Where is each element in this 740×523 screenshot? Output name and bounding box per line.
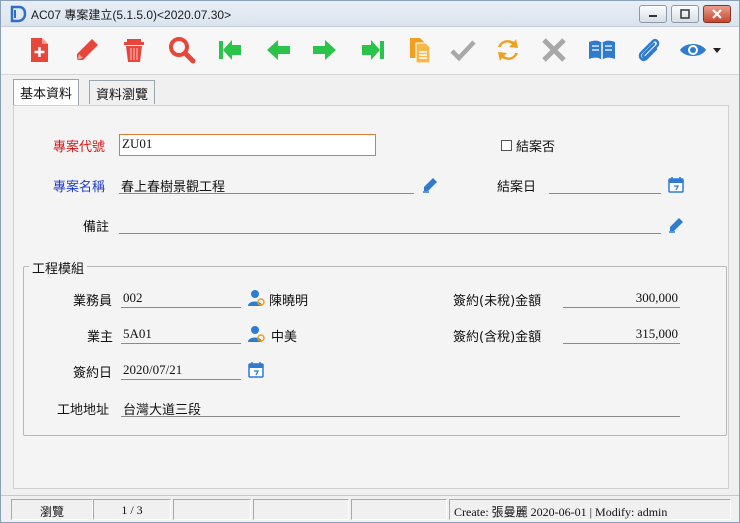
- window-title: AC07 專案建立(5.1.5.0)<2020.07.30>: [31, 8, 232, 22]
- book-button[interactable]: [585, 33, 619, 67]
- note-input[interactable]: [119, 214, 661, 234]
- search-button[interactable]: [165, 33, 199, 67]
- note-label: 備註: [83, 220, 110, 235]
- copy-button[interactable]: [403, 33, 437, 67]
- app-window: AC07 專案建立(5.1.5.0)<2020.07.30> 基本資料 資料瀏覽…: [0, 0, 740, 523]
- status-empty-cell: [173, 499, 251, 520]
- status-bar: 瀏覽 1 / 3 Create: 張曼麗 2020-06-01 | Modify…: [1, 495, 739, 522]
- copy-icon: [410, 38, 431, 64]
- new-icon: [31, 38, 48, 62]
- status-record-position: 1 / 3: [93, 499, 171, 520]
- app-logo-icon: [10, 5, 27, 23]
- tab-bar: 基本資料 資料瀏覽: [1, 75, 739, 105]
- salesperson-code-input[interactable]: 002: [121, 288, 241, 308]
- calendar-icon[interactable]: [247, 361, 265, 379]
- view-dropdown-chevron-icon[interactable]: [713, 48, 721, 54]
- cancel-icon: [542, 38, 566, 62]
- closed-checkbox[interactable]: [501, 140, 512, 151]
- confirm-button[interactable]: [446, 33, 480, 67]
- view-button[interactable]: [676, 33, 710, 67]
- title-bar: AC07 專案建立(5.1.5.0)<2020.07.30>: [1, 1, 739, 27]
- previous-record-icon: [267, 40, 290, 60]
- amount-pretax-label: 簽約(未稅)金額: [453, 294, 542, 309]
- status-empty-cell: [351, 499, 447, 520]
- view-icon: [680, 44, 706, 56]
- first-record-button[interactable]: [213, 33, 247, 67]
- closed-checkbox-label: 結案否: [516, 140, 556, 155]
- attachment-icon: [638, 38, 660, 61]
- owner-name: 中美: [271, 330, 298, 345]
- last-record-button[interactable]: [356, 33, 390, 67]
- close-icon: [712, 9, 722, 19]
- salesperson-name: 陳曉明: [269, 294, 309, 309]
- confirm-icon: [450, 40, 476, 62]
- calendar-icon[interactable]: [667, 176, 685, 194]
- refresh-button[interactable]: [491, 33, 525, 67]
- book-icon: [589, 40, 615, 60]
- edit-icon: [77, 39, 98, 60]
- project-name-input[interactable]: 春上春樹景觀工程: [119, 174, 414, 194]
- project-name-label[interactable]: 專案名稱: [53, 176, 105, 195]
- edit-text-icon[interactable]: [421, 176, 439, 194]
- new-button[interactable]: [22, 33, 56, 67]
- search-icon: [169, 37, 196, 64]
- status-mode: 瀏覽: [11, 499, 93, 520]
- owner-label: 業主: [87, 330, 114, 345]
- status-empty-cell: [253, 499, 349, 520]
- delete-icon: [124, 39, 144, 62]
- close-button[interactable]: [703, 5, 731, 23]
- amount-taxed-label: 簽約(含稅)金額: [453, 330, 542, 345]
- next-record-icon: [313, 40, 336, 60]
- group-title: 工程模組: [29, 258, 88, 277]
- amount-taxed-input[interactable]: 315,000: [563, 324, 680, 344]
- delete-button[interactable]: [117, 33, 151, 67]
- edit-text-icon[interactable]: [667, 216, 685, 234]
- address-input[interactable]: 台灣大道三段: [121, 397, 680, 417]
- project-code-input[interactable]: ZU01: [119, 134, 376, 156]
- project-code-label: 專案代號: [53, 140, 106, 155]
- refresh-icon: [498, 39, 518, 61]
- maximize-icon: [680, 9, 690, 19]
- first-record-icon: [219, 40, 241, 60]
- attachment-button[interactable]: [632, 33, 666, 67]
- sign-date-label: 簽約日: [73, 366, 113, 381]
- close-date-input[interactable]: [549, 174, 661, 194]
- toolbar: [1, 27, 739, 75]
- minimize-button[interactable]: [639, 5, 667, 23]
- tab-data-browse[interactable]: 資料瀏覽: [89, 80, 156, 104]
- salesperson-label: 業務員: [73, 294, 113, 309]
- cancel-button[interactable]: [537, 33, 571, 67]
- minimize-icon: [649, 15, 657, 17]
- person-lookup-icon[interactable]: [247, 325, 265, 343]
- last-record-icon: [362, 40, 384, 60]
- maximize-button[interactable]: [671, 5, 699, 23]
- edit-button[interactable]: [70, 33, 104, 67]
- person-lookup-icon[interactable]: [247, 289, 265, 307]
- close-date-label: 結案日: [497, 180, 537, 195]
- address-label: 工地地址: [57, 403, 110, 418]
- owner-code-input[interactable]: 5A01: [121, 324, 241, 344]
- next-record-button[interactable]: [308, 33, 342, 67]
- previous-record-button[interactable]: [261, 33, 295, 67]
- tab-basic-info[interactable]: 基本資料: [13, 79, 80, 105]
- status-audit: Create: 張曼麗 2020-06-01 | Modify: admin: [449, 499, 731, 520]
- amount-pretax-input[interactable]: 300,000: [563, 288, 680, 308]
- sign-date-input[interactable]: 2020/07/21: [121, 360, 241, 380]
